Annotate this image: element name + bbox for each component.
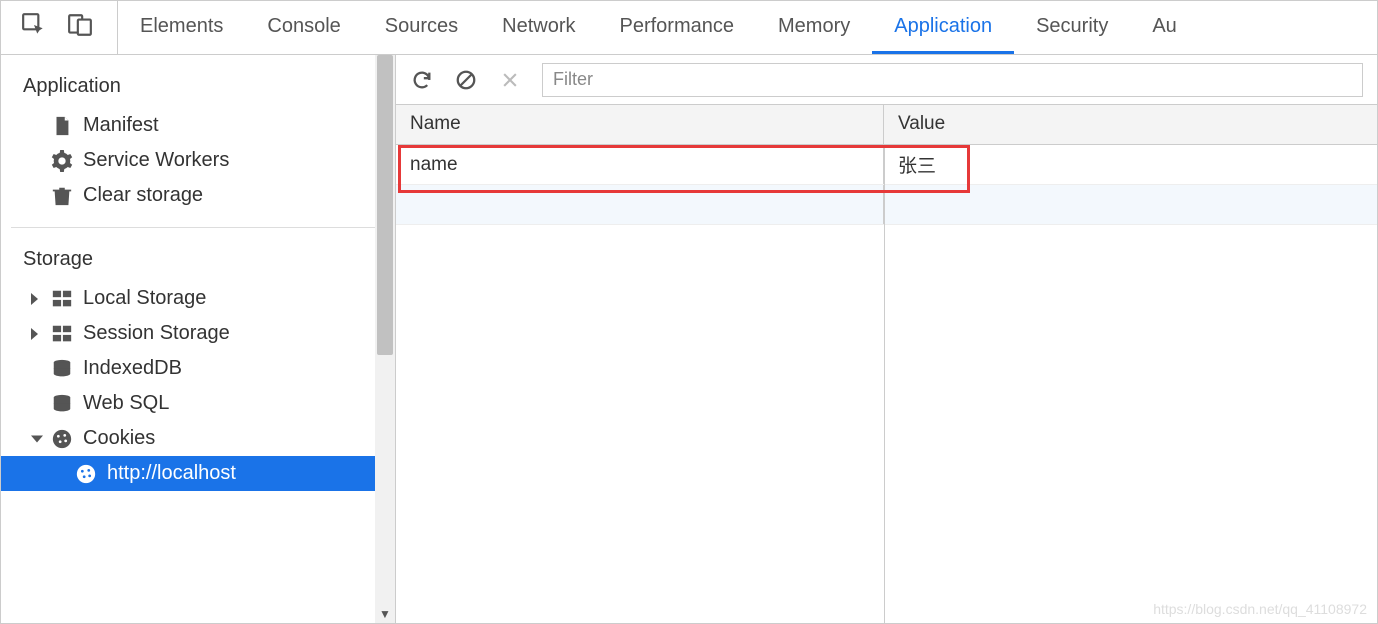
cell-name bbox=[396, 185, 884, 224]
application-sidebar: Application Manifest Service Workers Cle… bbox=[1, 55, 396, 623]
sidebar-item-label: IndexedDB bbox=[83, 357, 182, 380]
sidebar-item-label: Service Workers bbox=[83, 149, 229, 172]
column-divider[interactable] bbox=[884, 145, 885, 623]
tab-console[interactable]: Console bbox=[245, 1, 362, 54]
tab-application[interactable]: Application bbox=[872, 1, 1014, 54]
clear-all-button[interactable] bbox=[454, 68, 478, 92]
filter-input[interactable] bbox=[542, 63, 1363, 97]
sidebar-divider bbox=[11, 227, 385, 228]
sidebar-item-manifest[interactable]: Manifest bbox=[1, 108, 395, 143]
sidebar-scrollbar[interactable]: ▲ ▼ bbox=[375, 55, 395, 623]
sidebar-item-label: Session Storage bbox=[83, 322, 230, 345]
cell-value bbox=[884, 185, 1377, 224]
sidebar-item-cookies[interactable]: Cookies bbox=[1, 421, 395, 456]
db-icon bbox=[51, 393, 73, 415]
delete-selected-button[interactable] bbox=[498, 68, 522, 92]
sidebar-item-websql[interactable]: Web SQL bbox=[1, 386, 395, 421]
sidebar-item-clear-storage[interactable]: Clear storage bbox=[1, 178, 395, 213]
trash-icon bbox=[51, 185, 73, 207]
tab-network[interactable]: Network bbox=[480, 1, 597, 54]
scroll-down-arrow-icon[interactable]: ▼ bbox=[375, 605, 395, 623]
sidebar-item-label: Web SQL bbox=[83, 392, 169, 415]
tab-performance[interactable]: Performance bbox=[598, 1, 757, 54]
cookies-toolbar bbox=[396, 55, 1377, 105]
sidebar-item-label: Cookies bbox=[83, 427, 155, 450]
device-toggle-icon[interactable] bbox=[67, 12, 93, 43]
tab-security[interactable]: Security bbox=[1014, 1, 1130, 54]
devtools-tabs: Elements Console Sources Network Perform… bbox=[118, 1, 1199, 54]
column-header-name[interactable]: Name bbox=[396, 105, 884, 144]
devtools-tabbar: Elements Console Sources Network Perform… bbox=[1, 1, 1377, 55]
cookies-table: Name Value name 张三 bbox=[396, 105, 1377, 623]
inspect-element-icon[interactable] bbox=[21, 12, 47, 43]
sidebar-item-label: Clear storage bbox=[83, 184, 203, 207]
sidebar-item-session-storage[interactable]: Session Storage bbox=[1, 316, 395, 351]
table-header: Name Value bbox=[396, 105, 1377, 145]
sidebar-item-local-storage[interactable]: Local Storage bbox=[1, 281, 395, 316]
scroll-thumb[interactable] bbox=[377, 55, 393, 355]
sidebar-item-label: http://localhost bbox=[107, 462, 236, 485]
tab-elements[interactable]: Elements bbox=[118, 1, 245, 54]
tab-memory[interactable]: Memory bbox=[756, 1, 872, 54]
table-row-empty[interactable] bbox=[396, 185, 1377, 225]
grid-icon bbox=[51, 323, 73, 345]
cookie-icon bbox=[75, 463, 97, 485]
table-body: name 张三 bbox=[396, 145, 1377, 225]
column-header-value[interactable]: Value bbox=[884, 105, 1377, 144]
watermark-text: https://blog.csdn.net/qq_41108972 bbox=[1153, 601, 1367, 617]
table-row[interactable]: name 张三 bbox=[396, 145, 1377, 185]
tab-sources[interactable]: Sources bbox=[363, 1, 480, 54]
refresh-button[interactable] bbox=[410, 68, 434, 92]
sidebar-item-label: Local Storage bbox=[83, 287, 206, 310]
tab-audits-truncated[interactable]: Au bbox=[1130, 1, 1198, 54]
section-title-storage: Storage bbox=[1, 242, 395, 281]
storage-tree: Local Storage Session Storage IndexedDB … bbox=[1, 281, 395, 491]
section-title-application: Application bbox=[1, 69, 395, 108]
main-area: Application Manifest Service Workers Cle… bbox=[1, 55, 1377, 623]
gear-icon bbox=[51, 150, 73, 172]
cookies-content: Name Value name 张三 bbox=[396, 55, 1377, 623]
cell-name: name bbox=[396, 145, 884, 184]
db-icon bbox=[51, 358, 73, 380]
sidebar-item-label: Manifest bbox=[83, 114, 159, 137]
sidebar-item-cookie-origin[interactable]: http://localhost bbox=[1, 456, 395, 491]
grid-icon bbox=[51, 288, 73, 310]
sidebar-item-service-workers[interactable]: Service Workers bbox=[1, 143, 395, 178]
cell-value: 张三 bbox=[884, 145, 1377, 184]
file-icon bbox=[51, 115, 73, 137]
sidebar-item-indexeddb[interactable]: IndexedDB bbox=[1, 351, 395, 386]
cookie-icon bbox=[51, 428, 73, 450]
inspect-tools bbox=[21, 1, 118, 54]
application-tree: Manifest Service Workers Clear storage bbox=[1, 108, 395, 213]
